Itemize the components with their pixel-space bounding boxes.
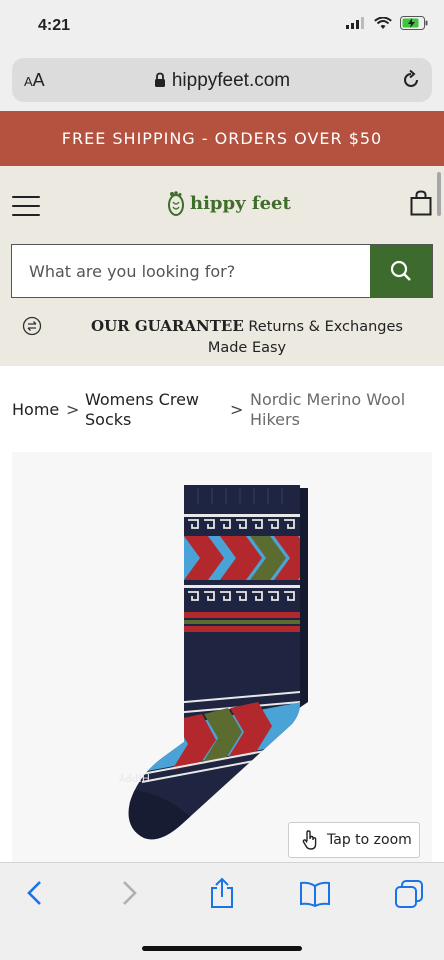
breadcrumb-current: Nordic Merino Wool Hikers [250,390,406,429]
address-bar[interactable]: AA hippyfeet.com [12,58,432,102]
hamburger-icon-line [12,214,40,216]
status-icons [346,16,428,30]
guarantee-title: OUR GUARANTEE [91,317,244,335]
tap-to-zoom-label: Tap to zoom [327,832,412,848]
share-icon[interactable] [208,877,236,909]
breadcrumb: Home > Womens Crew Socks > Nordic Merino… [12,388,432,438]
breadcrumb-separator: > [230,400,244,419]
logo-text: hippy feet [190,192,291,214]
tabs-icon[interactable] [394,879,424,909]
breadcrumb-home[interactable]: Home [12,400,59,420]
sock-image: HIPPY [118,485,308,840]
sock-brand-print: HIPPY [118,771,150,784]
site-logo[interactable]: hippy feet [166,190,291,216]
site-header: hippy feet OUR GUARANTEE Returns & Excha… [0,166,444,366]
wifi-icon [374,16,392,29]
status-bar: 4:21 [0,0,444,54]
search-input[interactable] [12,245,372,297]
signal-icon [346,17,364,29]
browser-toolbar [0,862,444,960]
menu-button[interactable] [12,196,40,218]
url-area: AA hippyfeet.com [0,54,444,111]
foot-logo-icon [168,191,184,216]
status-time: 4:21 [38,17,71,34]
product-image[interactable]: HIPPY [12,452,432,872]
lock-icon [154,72,165,87]
url-domain[interactable]: hippyfeet.com [12,70,432,92]
tap-hand-icon [302,830,317,850]
hamburger-icon-line [12,196,40,198]
shopping-bag-icon[interactable] [410,190,432,216]
battery-icon [400,16,428,30]
guarantee-text: OUR GUARANTEE Returns & Exchanges Made E… [72,316,422,359]
scrollbar[interactable] [437,172,441,216]
promo-banner[interactable]: FREE SHIPPING - ORDERS OVER $50 [0,111,444,166]
reload-icon[interactable] [400,69,422,91]
search-icon [390,260,411,281]
book-icon[interactable] [299,881,331,907]
tap-to-zoom-button[interactable]: Tap to zoom [288,822,420,858]
exchange-arrows-icon [22,316,42,336]
chevron-left-icon[interactable] [24,879,46,907]
domain-text: hippyfeet.com [171,70,291,91]
breadcrumb-category[interactable]: Womens Crew Socks [85,390,215,430]
home-indicator [142,946,302,951]
chevron-right-icon[interactable] [118,879,140,907]
hamburger-icon-line [12,205,40,207]
breadcrumb-separator: > [66,400,80,419]
search-button[interactable] [370,245,432,297]
search-form [11,244,433,298]
